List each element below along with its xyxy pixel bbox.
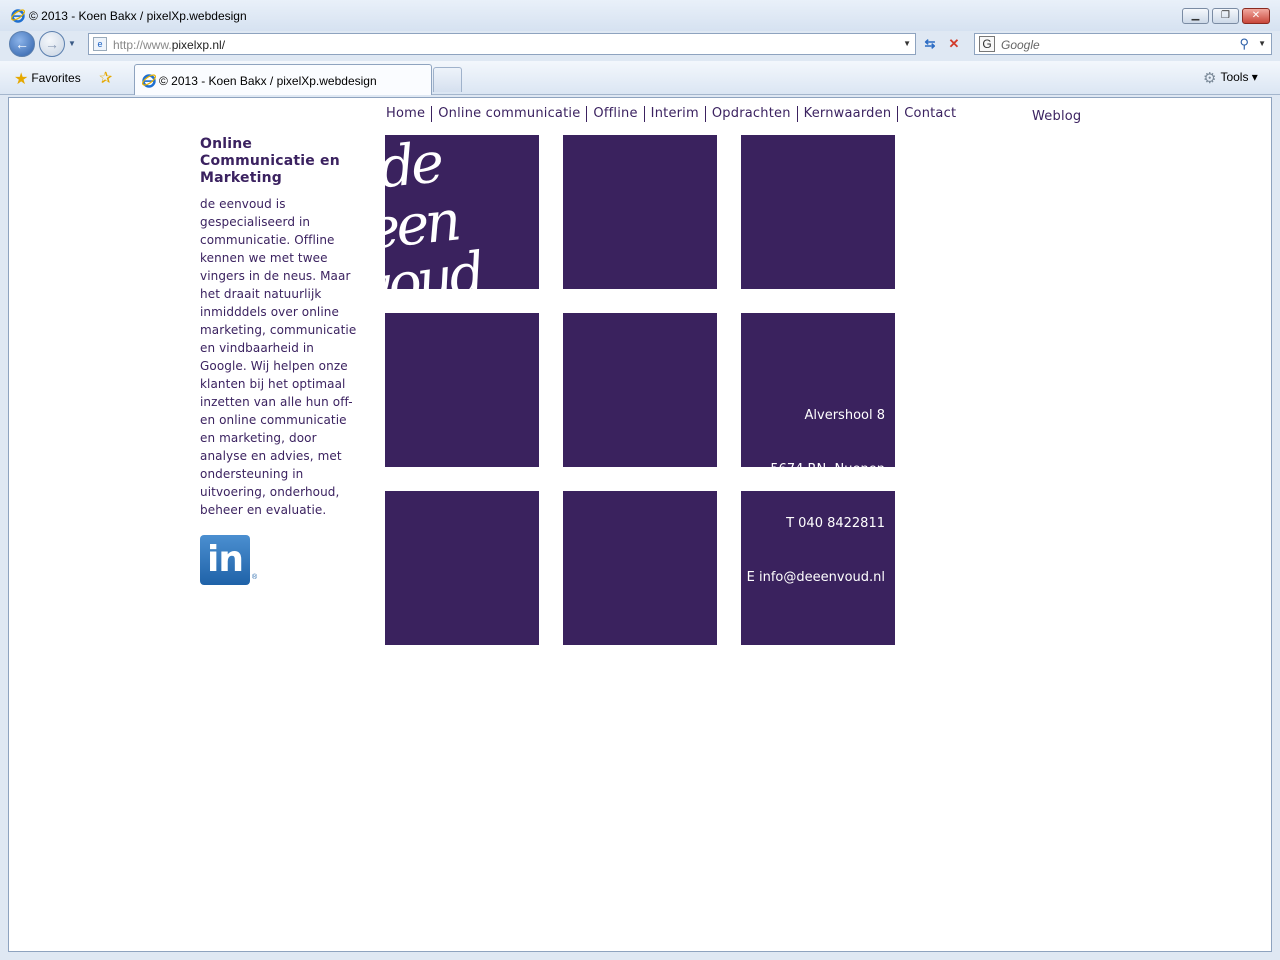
- address-city: 5674 RN Nuenen: [770, 462, 885, 477]
- nav-item-opdrachten[interactable]: Opdrachten: [704, 106, 797, 122]
- sidebar-heading: Online Communicatie en Marketing: [200, 136, 340, 186]
- stop-button[interactable]: ✕: [943, 33, 965, 55]
- ie-tab-icon: [142, 74, 156, 88]
- window-titlebar: © 2013 - Koen Bakx / pixelXp.webdesign ▁…: [0, 0, 1280, 31]
- linkedin-icon[interactable]: in: [200, 535, 250, 585]
- nav-weblog-link[interactable]: Weblog: [1032, 109, 1081, 124]
- address-phone: T 040 8422811: [786, 516, 885, 531]
- nav-item-contact[interactable]: Contact: [897, 106, 962, 122]
- nav-item-interim[interactable]: Interim: [643, 106, 705, 122]
- tab-title: © 2013 - Koen Bakx / pixelXp.webdesign: [159, 74, 377, 88]
- favorites-bar: ★ Favorites ✰ © 2013 - Koen Bakx / pixelX…: [0, 61, 1280, 95]
- address-bar[interactable]: e http://www.pixelxp.nl/ ▼: [88, 33, 916, 55]
- url-prefix: http://www.: [113, 38, 172, 52]
- sidebar-body: de eenvoud is gespecialiseerd in communi…: [200, 197, 357, 517]
- address-street: Alvershool 8: [804, 408, 885, 423]
- back-button[interactable]: ←: [9, 31, 35, 57]
- maximize-button[interactable]: ❐: [1212, 8, 1239, 24]
- new-tab-button[interactable]: [433, 67, 462, 92]
- page-icon: e: [93, 37, 107, 51]
- tile-5[interactable]: [563, 313, 717, 467]
- history-dropdown-icon[interactable]: ▼: [68, 39, 76, 48]
- page-viewport: Home Online communicatie Offline Interim Opd…: [8, 97, 1272, 952]
- nav-item-home[interactable]: Home: [381, 106, 431, 122]
- tile-2[interactable]: [563, 135, 717, 289]
- tile-4[interactable]: [385, 313, 539, 467]
- tile-8[interactable]: [563, 491, 717, 645]
- de-eenvoud-logo: de een voud: [385, 135, 487, 289]
- favorites-star-icon: ★: [14, 71, 29, 88]
- ie-logo-icon: [11, 9, 25, 23]
- navigation-bar: ← → ▼ e http://www.pixelxp.nl/ ▼ ⇆ ✕ G G…: [0, 31, 1280, 61]
- favorites-button[interactable]: ★ Favorites: [14, 69, 81, 89]
- tools-label: Tools: [1220, 70, 1249, 84]
- nav-item-kernwaarden[interactable]: Kernwaarden: [796, 106, 898, 122]
- window-title: © 2013 - Koen Bakx / pixelXp.webdesign: [29, 9, 247, 23]
- tile-7[interactable]: [385, 491, 539, 645]
- tile-grid: de een voud Alvershool 8 5674 RN Nuenen …: [385, 135, 895, 645]
- minimize-button[interactable]: ▁: [1182, 8, 1209, 24]
- sidebar: Online Communicatie en Marketing de eenv…: [200, 136, 360, 519]
- tab-active[interactable]: © 2013 - Koen Bakx / pixelXp.webdesign: [134, 64, 432, 95]
- close-button[interactable]: ✕: [1242, 8, 1270, 24]
- nav-item-online-communicatie[interactable]: Online communicatie: [431, 106, 586, 122]
- favorites-label: Favorites: [31, 71, 81, 85]
- refresh-button[interactable]: ⇆: [919, 33, 941, 55]
- search-box[interactable]: G Google ⚲ ▼: [974, 33, 1272, 55]
- gear-icon: ⚙: [1203, 70, 1217, 87]
- search-icon[interactable]: ⚲: [1239, 36, 1249, 52]
- tile-3[interactable]: [741, 135, 895, 289]
- google-icon: G: [979, 36, 995, 52]
- address-url[interactable]: http://www.pixelxp.nl/: [113, 38, 225, 52]
- tools-menu-button[interactable]: ⚙ Tools ▾: [1203, 69, 1258, 87]
- search-placeholder: Google: [1001, 38, 1040, 52]
- contact-address: Alvershool 8 5674 RN Nuenen T 040 842281…: [747, 371, 885, 623]
- forward-button[interactable]: →: [39, 31, 65, 57]
- nav-item-offline[interactable]: Offline: [586, 106, 643, 122]
- linkedin-registered-mark: ®: [252, 574, 258, 581]
- address-dropdown-icon[interactable]: ▼: [903, 39, 911, 48]
- site-navigation: Home Online communicatie Offline Interim Opd…: [381, 106, 962, 126]
- search-dropdown-icon[interactable]: ▼: [1258, 39, 1266, 48]
- add-favorite-icon[interactable]: ✰: [99, 68, 112, 88]
- address-tile: Alvershool 8 5674 RN Nuenen T 040 842281…: [741, 408, 895, 645]
- address-email[interactable]: E info@deeenvoud.nl: [747, 569, 885, 587]
- logo-tile[interactable]: de een voud: [385, 135, 539, 289]
- url-host: pixelxp.nl/: [171, 38, 226, 52]
